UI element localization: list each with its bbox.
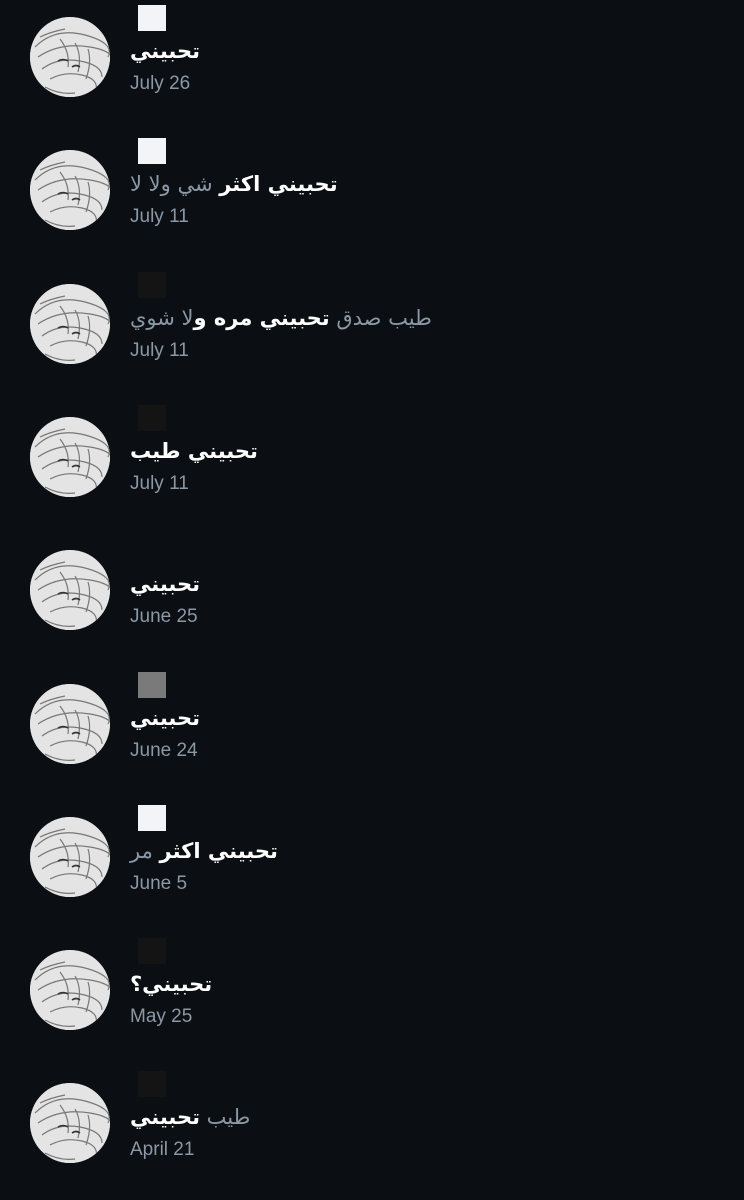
message-text: تحبيني — [130, 37, 200, 65]
highlighted-match-text: تحبيني طيب — [130, 438, 258, 463]
message-text: طيب تحبيني — [130, 1103, 250, 1131]
avatar[interactable] — [30, 416, 110, 497]
result-row[interactable]: تحبيني June 24 — [0, 671, 744, 817]
redacted-username — [138, 671, 166, 698]
message-text: تحبيني اكثر شي ولا لا — [130, 170, 338, 198]
avatar[interactable] — [30, 816, 110, 897]
redacted-username — [138, 938, 166, 965]
message-text: تحبيني — [130, 570, 200, 598]
message-date: June 24 — [130, 739, 198, 761]
result-row[interactable]: طيب صدق تحبيني مره ولا شوي July 11 — [0, 271, 744, 417]
avatar-sketch-graphic — [30, 283, 110, 364]
avatar[interactable] — [30, 550, 110, 631]
redacted-username — [138, 404, 166, 431]
avatar-sketch-graphic — [30, 1083, 110, 1164]
message-text: تحبيني طيب — [130, 437, 258, 465]
message-text: طيب صدق تحبيني مره ولا شوي — [130, 304, 432, 332]
avatar-sketch-graphic — [30, 17, 110, 97]
redacted-username — [138, 271, 166, 298]
avatar[interactable] — [30, 683, 110, 764]
redacted-username — [138, 1071, 166, 1098]
redacted-username — [138, 5, 166, 31]
avatar-sketch-graphic — [30, 950, 110, 1031]
message-date: June 5 — [130, 872, 188, 894]
message-fragment: مر — [130, 838, 160, 863]
avatar[interactable] — [30, 1083, 110, 1164]
message-date: April 21 — [130, 1139, 195, 1161]
highlighted-match-text: تحبيني — [130, 572, 200, 597]
avatar[interactable] — [30, 17, 110, 97]
message-text: تحبيني — [130, 704, 200, 732]
message-date: June 25 — [130, 606, 198, 628]
highlighted-match-text: تحبيني اكثر — [159, 838, 278, 863]
message-fragment: طيب صدق — [329, 305, 432, 330]
message-date: July 11 — [130, 472, 189, 494]
message-fragment: شي ولا لا — [130, 172, 220, 197]
result-row[interactable]: تحبيني June 25 — [0, 550, 744, 683]
highlighted-match-text: تحبيني — [130, 39, 200, 63]
highlighted-match-text: تحبيني؟ — [130, 972, 213, 997]
message-fragment: لا شوي — [130, 305, 194, 330]
avatar[interactable] — [30, 950, 110, 1031]
message-date: May 25 — [130, 1006, 193, 1028]
avatar[interactable] — [30, 283, 110, 364]
result-row[interactable]: تحبيني اكثر مر June 5 — [0, 804, 744, 950]
result-row[interactable]: تحبيني اكثر شي ولا لا July 11 — [0, 138, 744, 283]
highlighted-match-text: تحبيني مره و — [193, 305, 330, 330]
result-row[interactable]: تحبيني July 26 — [0, 5, 744, 150]
result-row[interactable]: تحبيني طيب July 11 — [0, 404, 744, 550]
avatar[interactable] — [30, 150, 110, 231]
message-date: July 26 — [130, 73, 191, 94]
redacted-username — [138, 138, 166, 165]
message-text: تحبيني؟ — [130, 970, 212, 998]
avatar-sketch-graphic — [30, 816, 110, 897]
avatar-sketch-graphic — [30, 550, 110, 631]
avatar-sketch-graphic — [30, 683, 110, 764]
highlighted-match-text: تحبيني — [130, 1105, 200, 1130]
search-results-list: تحبيني July 26 تحبيني اكثر شي ولا لا July 1… — [0, 0, 744, 1200]
highlighted-match-text: تحبيني — [130, 705, 200, 730]
highlighted-match-text: تحبيني اكثر — [219, 172, 338, 197]
result-row[interactable]: طيب تحبيني April 21 — [0, 1071, 744, 1200]
avatar-sketch-graphic — [30, 150, 110, 231]
avatar-sketch-graphic — [30, 416, 110, 497]
redacted-username — [138, 804, 166, 831]
message-date: July 11 — [130, 206, 189, 228]
message-text: تحبيني اكثر مر — [130, 837, 278, 865]
message-date: July 11 — [130, 339, 189, 361]
result-row[interactable]: تحبيني؟ May 25 — [0, 938, 744, 1083]
message-fragment: طيب — [199, 1105, 251, 1130]
